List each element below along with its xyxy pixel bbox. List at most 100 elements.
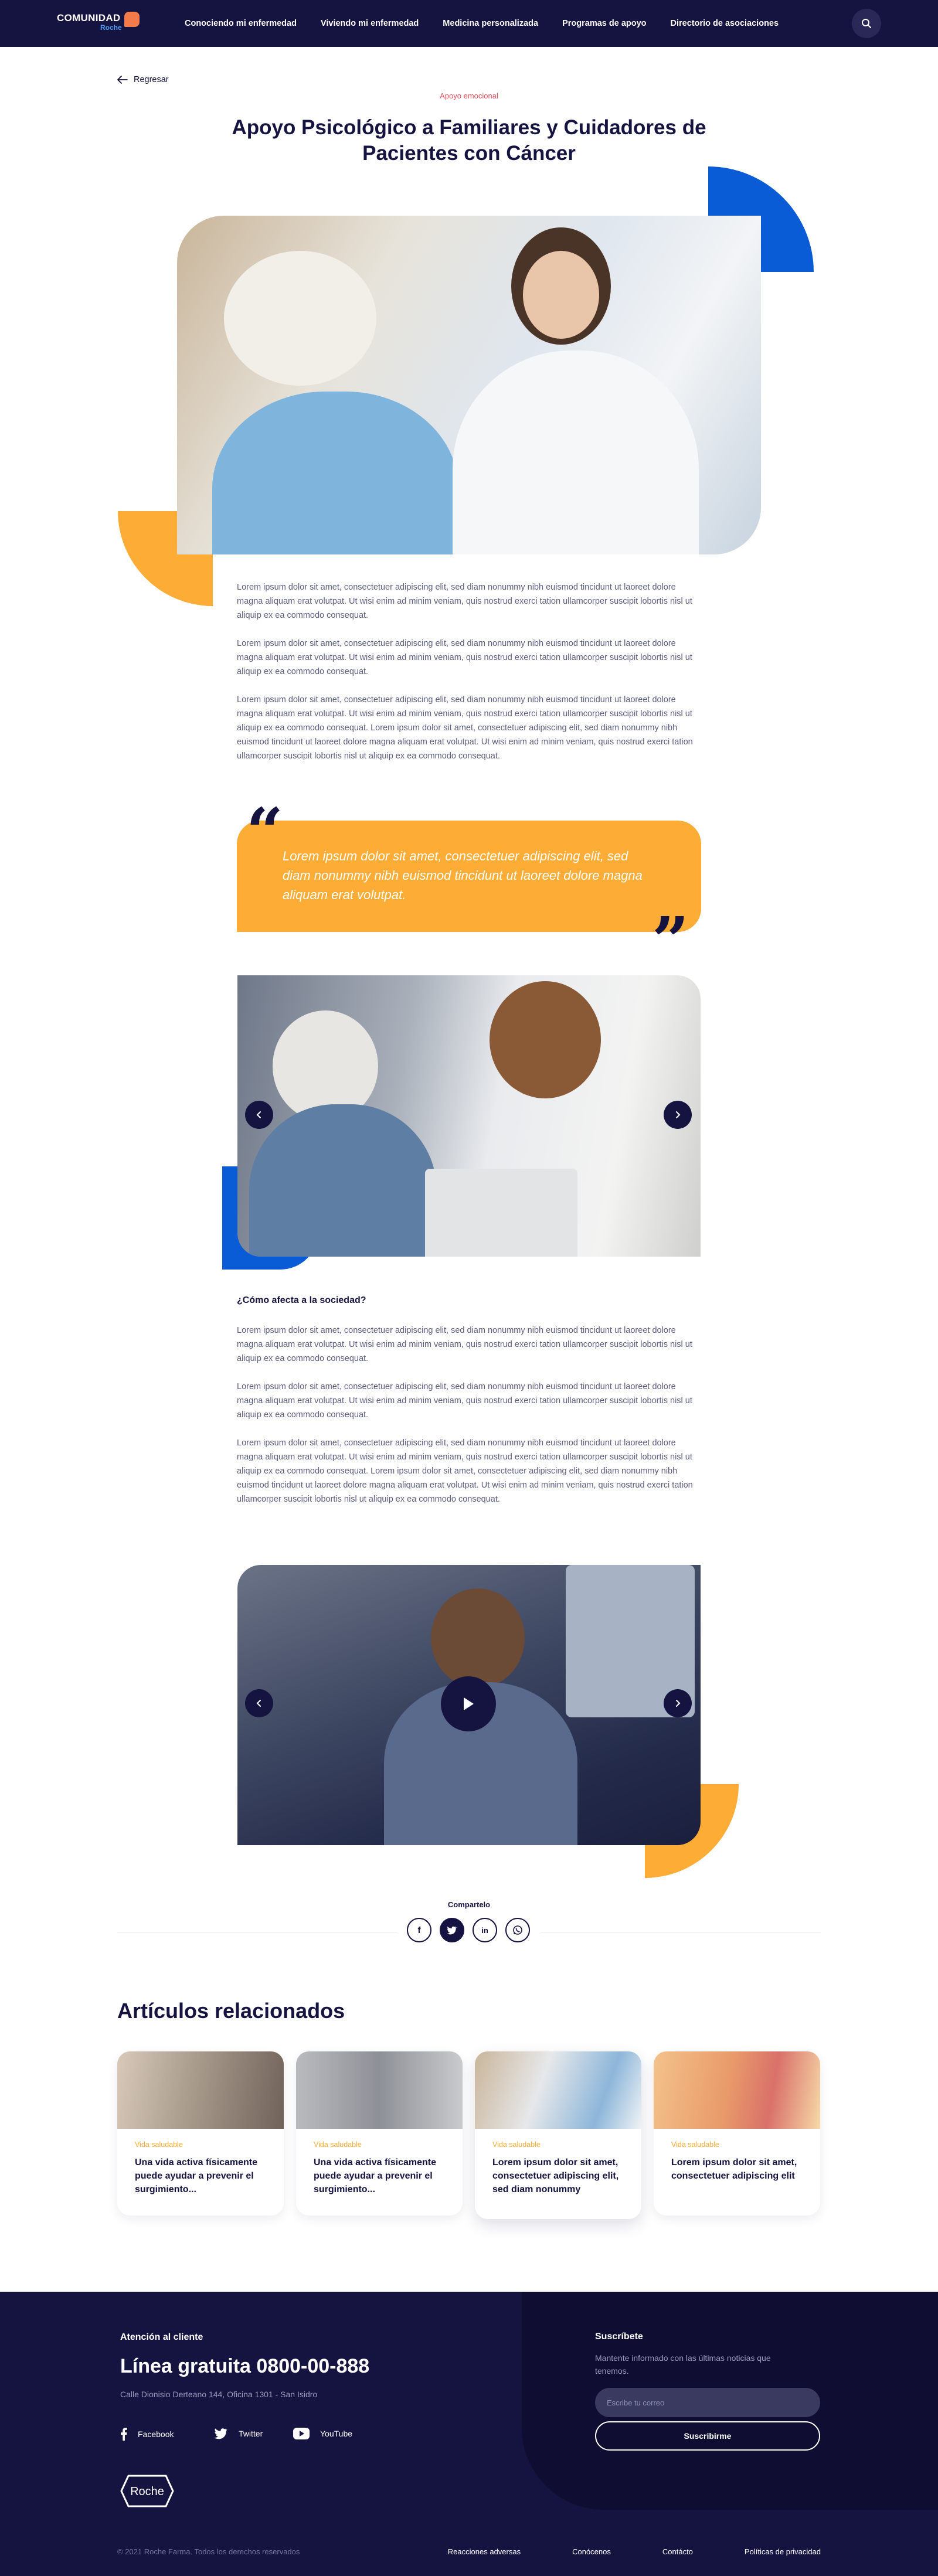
card-title: Lorem ipsum dolor sit amet, consectetuer… — [671, 2158, 797, 2181]
footer-link-conocenos[interactable]: Conócenos — [572, 2547, 611, 2556]
facebook-link[interactable]: Facebook — [120, 2428, 174, 2441]
speech-bubble-icon — [124, 12, 140, 27]
share-label: Compartelo — [447, 1900, 491, 1909]
body-paragraph: Lorem ipsum dolor sit amet, consectetuer… — [237, 583, 692, 620]
body-paragraph: Lorem ipsum dolor sit amet, consectetuer… — [237, 695, 693, 761]
share-twitter-button[interactable] — [440, 1918, 464, 1942]
twitter-icon — [447, 1926, 457, 1934]
body-paragraph: Lorem ipsum dolor sit amet, consectetuer… — [237, 1382, 692, 1420]
chevron-right-icon — [676, 1111, 681, 1118]
roche-hexagon-logo: Roche — [120, 2475, 174, 2507]
photo-figure-doctor-hair — [490, 981, 601, 1098]
logo-main-text: COMUNIDAD — [57, 12, 121, 23]
photo-laptop — [425, 1169, 577, 1257]
share-buttons: f in — [407, 1918, 530, 1942]
subscribe-button[interactable]: Suscribirme — [595, 2421, 820, 2451]
share-whatsapp-button[interactable] — [505, 1918, 530, 1942]
youtube-link[interactable]: YouTube — [293, 2428, 352, 2439]
back-link[interactable]: Regresar — [117, 75, 169, 84]
top-navigation-bar: COMUNIDAD Roche Conociendo mi enfermedad… — [0, 0, 938, 47]
hotline-phone[interactable]: Línea gratuita 0800-00-888 — [120, 2355, 369, 2378]
share-facebook-button[interactable]: f — [407, 1918, 431, 1942]
chevron-left-icon — [256, 1111, 261, 1118]
card-image-woman-drinking-water — [654, 2051, 820, 2129]
main-nav: Conociendo mi enfermedad Viviendo mi enf… — [185, 0, 803, 47]
pull-quote-text: Lorem ipsum dolor sit amet, consectetuer… — [283, 849, 643, 902]
card-category: Vida saludable — [314, 2141, 362, 2149]
photo-figure-man-shirt — [249, 1104, 437, 1257]
section-heading: ¿Cómo afecta a la sociedad? — [237, 1295, 366, 1305]
card-title: Una vida activa físicamente puede ayudar… — [135, 2158, 257, 2194]
card-category: Vida saludable — [492, 2141, 541, 2149]
category-label: Apoyo emocional — [440, 91, 498, 100]
customer-service-label: Atención al cliente — [120, 2332, 203, 2342]
nav-item-directorio[interactable]: Directorio de asociaciones — [671, 19, 779, 28]
logo-sub-text: Roche — [100, 23, 122, 32]
roche-logo[interactable]: Roche — [120, 2475, 174, 2507]
card-title: Una vida activa físicamente puede ayudar… — [314, 2158, 436, 2194]
subscribe-description: Mantente informado con las últimas notic… — [595, 2353, 771, 2376]
twitter-link[interactable]: Twitter — [214, 2428, 263, 2439]
twitter-label: Twitter — [239, 2429, 263, 2438]
photo-figure-patient-shirt — [212, 392, 458, 554]
facebook-icon — [121, 2428, 127, 2441]
youtube-label: YouTube — [320, 2429, 353, 2438]
linkedin-icon: in — [481, 1925, 488, 1935]
chevron-left-icon — [256, 1700, 261, 1707]
pull-quote: Lorem ipsum dolor sit amet, consectetuer… — [237, 821, 701, 932]
card-title: Lorem ipsum dolor sit amet, consectetuer… — [492, 2158, 619, 2194]
related-article-card[interactable]: Vida saludable Una vida activa físicamen… — [296, 2051, 463, 2216]
related-articles-title: Artículos relacionados — [117, 1999, 345, 2023]
youtube-icon — [293, 2428, 310, 2439]
office-address: Calle Dionisio Derteano 144, Oficina 130… — [120, 2390, 318, 2399]
related-article-card[interactable]: Vida saludable Una vida activa físicamen… — [117, 2051, 284, 2216]
footer-link-privacidad[interactable]: Políticas de privacidad — [745, 2547, 821, 2556]
nav-item-conociendo[interactable]: Conociendo mi enfermedad — [185, 19, 297, 28]
photo-figure-scientist-hair — [431, 1588, 525, 1688]
video-carousel-prev-button[interactable] — [245, 1689, 273, 1717]
search-button[interactable] — [852, 9, 881, 38]
whatsapp-icon — [513, 1925, 522, 1935]
footer-link-contacto[interactable]: Contácto — [662, 2547, 693, 2556]
body-paragraph: Lorem ipsum dolor sit amet, consectetuer… — [237, 1326, 692, 1363]
play-icon — [464, 1697, 474, 1710]
photo-figure-patient-hair — [224, 251, 376, 386]
carousel-prev-button[interactable] — [245, 1101, 273, 1129]
footer-links: Reacciones adversas Conócenos Contácto P… — [396, 2547, 821, 2556]
email-field[interactable] — [595, 2388, 820, 2417]
card-category: Vida saludable — [671, 2141, 719, 2149]
card-category: Vida saludable — [135, 2141, 183, 2149]
related-article-card[interactable]: Vida saludable Lorem ipsum dolor sit ame… — [475, 2051, 641, 2219]
card-image-woman-mask — [117, 2051, 284, 2129]
roche-logo-text: Roche — [130, 2485, 164, 2498]
back-label: Regresar — [134, 75, 169, 84]
search-icon — [862, 19, 871, 28]
photo-figure-doctor-face — [523, 251, 599, 339]
nav-item-medicina[interactable]: Medicina personalizada — [443, 19, 538, 28]
photo-figure-doctor-coat — [453, 351, 699, 554]
related-article-card[interactable]: Vida saludable Lorem ipsum dolor sit ame… — [654, 2051, 820, 2216]
video-carousel-next-button[interactable] — [664, 1689, 692, 1717]
card-image-yoga-class — [296, 2051, 463, 2129]
body-paragraph: Lorem ipsum dolor sit amet, consectetuer… — [237, 639, 692, 676]
page-title: Apoyo Psicológico a Familiares y Cuidado… — [232, 116, 706, 165]
hero-photo-doctor-patient — [177, 216, 761, 554]
comunidad-roche-logo[interactable]: COMUNIDAD Roche — [57, 12, 140, 32]
chevron-right-icon — [676, 1700, 681, 1707]
subscribe-title: Suscríbete — [595, 2332, 643, 2342]
close-quote-icon: ” — [652, 903, 689, 978]
facebook-icon: f — [417, 1925, 421, 1935]
video-play-button[interactable] — [441, 1676, 496, 1731]
arrow-left-icon — [117, 76, 128, 84]
facebook-label: Facebook — [138, 2429, 174, 2439]
footer-link-reacciones[interactable]: Reacciones adversas — [448, 2547, 521, 2556]
carousel-next-button[interactable] — [664, 1101, 692, 1129]
copyright: © 2021 Roche Farma. Todos los derechos r… — [117, 2547, 300, 2556]
card-image-doctor-patient — [475, 2051, 641, 2129]
carousel-photo-consultation — [237, 975, 701, 1257]
nav-item-viviendo[interactable]: Viviendo mi enfermedad — [321, 19, 419, 28]
nav-item-programas[interactable]: Programas de apoyo — [562, 19, 646, 28]
twitter-icon — [214, 2428, 227, 2439]
body-paragraph: Lorem ipsum dolor sit amet, consectetuer… — [237, 1438, 693, 1504]
share-linkedin-button[interactable]: in — [473, 1918, 497, 1942]
